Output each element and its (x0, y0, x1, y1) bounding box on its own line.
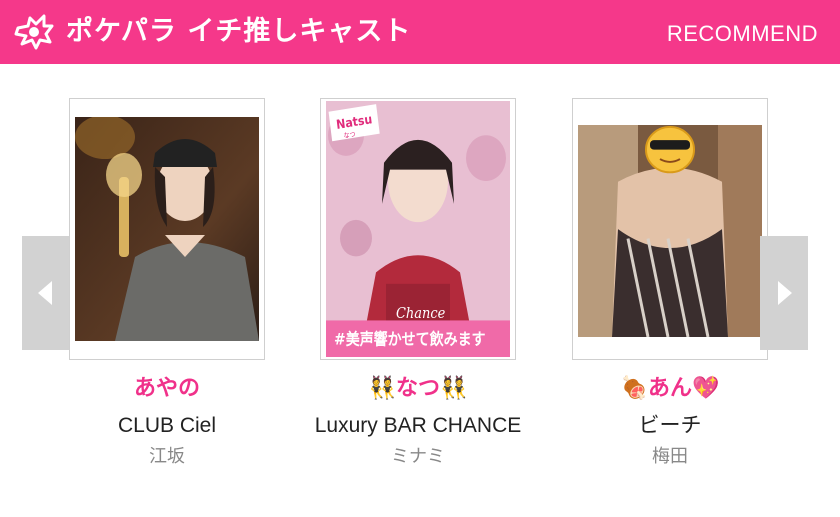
cast-card[interactable]: Natsu なつ Chance #美声響かせて飲みます 👯なつ👯 Luxury … (315, 98, 521, 470)
cast-name[interactable]: あやの (69, 374, 265, 404)
cast-area: ミナミ (391, 446, 445, 467)
carousel-next-button[interactable] (760, 236, 808, 350)
star-badge-icon (14, 14, 54, 50)
cast-name[interactable]: 👯なつ👯 (280, 374, 556, 404)
cast-area: 江坂 (149, 446, 185, 467)
cast-photo (578, 125, 762, 337)
cast-photo (75, 117, 259, 341)
chevron-right-icon (778, 281, 792, 305)
cast-shop[interactable]: CLUB Ciel (69, 412, 265, 440)
cast-card[interactable]: 🍖あん💖 ビーチ 梅田 (572, 98, 768, 470)
cast-area: 梅田 (652, 446, 688, 467)
cast-card[interactable]: あやの CLUB Ciel 江坂 (69, 98, 265, 470)
cast-shop[interactable]: ビーチ (572, 412, 768, 440)
recommend-header: ポケパラ イチ推しキャスト RECOMMEND (0, 0, 840, 64)
chevron-left-icon (38, 281, 52, 305)
cast-name[interactable]: 🍖あん💖 (572, 374, 768, 404)
cast-photo: Natsu なつ Chance #美声響かせて飲みます (326, 101, 510, 357)
photo-caption-text: #美声響かせて飲みます (334, 330, 486, 349)
carousel-prev-button[interactable] (22, 236, 70, 350)
cast-photo-frame[interactable] (572, 98, 768, 360)
cast-photo-frame[interactable] (69, 98, 265, 360)
header-title: ポケパラ イチ推しキャスト (66, 16, 412, 47)
photo-logo-text: Chance (396, 305, 445, 322)
recommend-link[interactable]: RECOMMEND (667, 20, 818, 48)
cast-photo-frame[interactable]: Natsu なつ Chance #美声響かせて飲みます (320, 98, 516, 360)
cast-shop[interactable]: Luxury BAR CHANCE (280, 412, 556, 440)
